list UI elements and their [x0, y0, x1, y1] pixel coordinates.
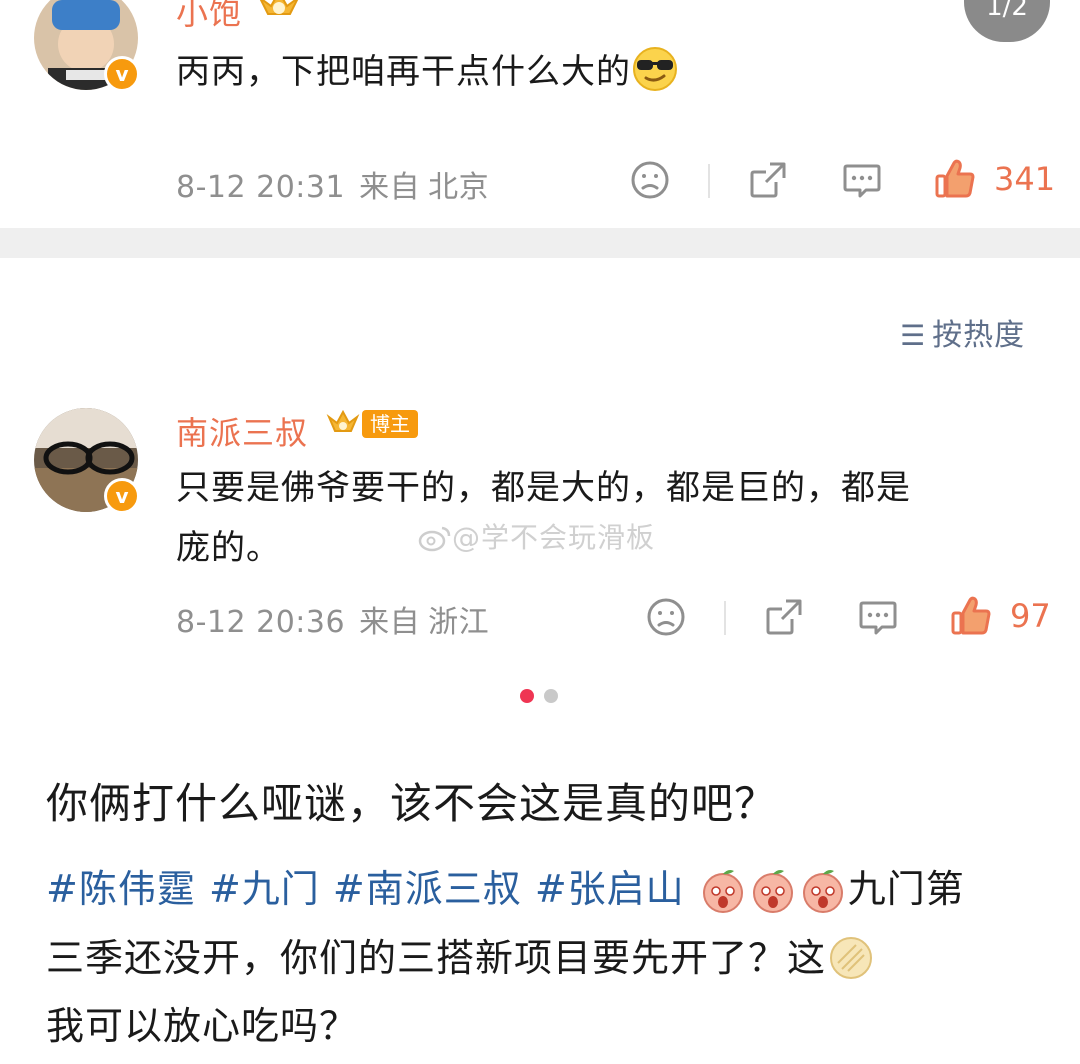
source-prefix: 来自 [359, 170, 421, 205]
comment-date: 8-12 20:36 [176, 605, 346, 640]
hashtag-link[interactable]: #南派三叔 [333, 867, 522, 911]
thumbs-up-icon[interactable] [950, 595, 992, 641]
avatar-commenter-1[interactable]: v [34, 0, 140, 92]
commenter-2-username[interactable]: 南派三叔 [176, 408, 308, 454]
commenter-1-username[interactable]: 小饱 [176, 0, 242, 34]
commenter-2-text-line2: 庞的。 [176, 528, 281, 568]
commenter-1-text: 丙丙，下把咱再干点什么大的 [176, 52, 631, 92]
sort-lines-icon: ☰ [900, 319, 927, 352]
commenter-1-meta: 8-12 20:31 来自 北京 [176, 162, 503, 206]
action-divider [724, 601, 726, 635]
author-badge: 博主 [326, 408, 418, 440]
hashtag-link[interactable]: #张启山 [535, 867, 685, 911]
post-body-text: 九门第 [847, 867, 965, 911]
verified-v-icon: v [104, 478, 140, 514]
peach-face-emoji-icon [748, 859, 798, 925]
avatar-commenter-2[interactable]: v [34, 408, 140, 514]
post-body-line-3: 我可以放心吃吗？ [46, 1004, 359, 1048]
carousel-dot[interactable] [544, 689, 558, 703]
commenter-2-meta: 8-12 20:36 来自 浙江 [176, 597, 503, 641]
peach-face-emoji-icon [698, 859, 748, 925]
crown-vip-icon [256, 0, 302, 30]
thumbs-up-icon[interactable] [934, 158, 976, 204]
dislike-face-icon[interactable] [630, 160, 670, 204]
post-body-text: 三季还没开，你们的三搭新项目要先开了？这 [46, 935, 827, 980]
post-body: #陈伟霆 #九门 #南派三叔 #张启山 九门第 三季还没开，你们的三搭新项目要先… [46, 856, 1046, 1059]
commenter-1-text-row: 丙丙，下把咱再干点什么大的 [176, 42, 679, 104]
section-separator [0, 228, 1080, 258]
weibo-logo-icon [418, 526, 451, 552]
comment-location: 北京 [428, 170, 490, 205]
dislike-face-icon[interactable] [646, 597, 686, 641]
share-icon[interactable] [748, 160, 788, 204]
weibo-watermark: @学不会玩滑板 [418, 516, 655, 556]
hashtag-link[interactable]: #陈伟霆 [46, 867, 196, 911]
post-body-line-1: #陈伟霆 #九门 #南派三叔 #张启山 九门第 [46, 856, 1046, 925]
crown-vip-icon [326, 409, 360, 432]
like-count: 341 [994, 160, 1056, 198]
melon-seed-emoji-icon [826, 927, 876, 993]
hashtag-link[interactable]: #九门 [209, 867, 320, 911]
sort-by-popularity-button[interactable]: ☰ 按热度 [900, 310, 1025, 354]
action-divider [708, 164, 710, 198]
source-prefix: 来自 [359, 605, 421, 640]
carousel-indicator [520, 689, 558, 703]
comment-location: 浙江 [428, 605, 490, 640]
watermark-text: @学不会玩滑板 [452, 521, 656, 554]
carousel-dot-active[interactable] [520, 689, 534, 703]
author-badge-label: 博主 [362, 410, 418, 438]
comment-reply-icon[interactable] [858, 597, 898, 641]
post-title: 你俩打什么哑谜，该不会这是真的吧？ [46, 779, 778, 828]
comment-reply-icon[interactable] [842, 160, 882, 204]
share-icon[interactable] [764, 597, 804, 641]
cool-sunglasses-emoji-icon [631, 44, 679, 104]
peach-face-emoji-icon [798, 859, 848, 925]
sort-label: 按热度 [932, 318, 1026, 353]
image-page-counter: 1/2 [964, 0, 1050, 42]
post-body-line-2: 三季还没开，你们的三搭新项目要先开了？这 [46, 925, 1046, 994]
verified-v-icon: v [104, 56, 140, 92]
comment-date: 8-12 20:31 [176, 170, 346, 205]
commenter-2-text-line1: 只要是佛爷要干的，都是大的，都是巨的，都是 [176, 468, 911, 508]
like-count: 97 [1010, 597, 1051, 635]
